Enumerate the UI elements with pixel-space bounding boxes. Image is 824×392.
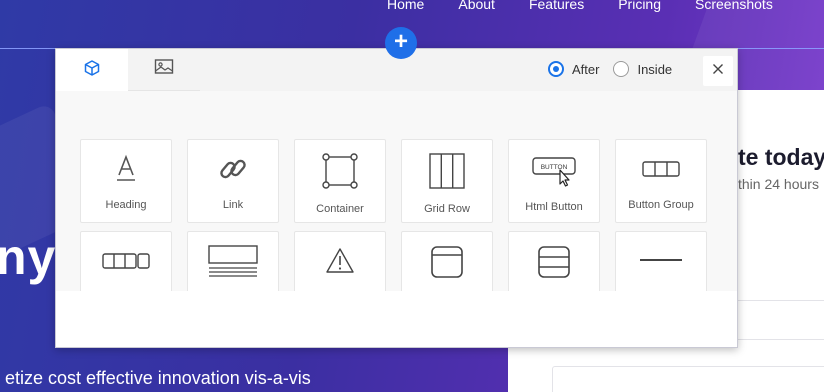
close-button[interactable] — [703, 56, 733, 86]
element-text-block[interactable] — [187, 231, 279, 291]
insert-position-options: After Inside — [548, 61, 686, 77]
element-grid-row[interactable]: Grid Row — [401, 139, 493, 223]
card-title: te today — [738, 144, 824, 170]
element-container[interactable]: Container — [294, 139, 386, 223]
add-element-button[interactable]: + — [385, 27, 417, 59]
element-grid: Heading Link Container Grid Row BUTTON H… — [80, 139, 707, 291]
signup-field[interactable] — [552, 366, 824, 392]
alert-icon — [323, 232, 357, 283]
heading-icon — [109, 140, 143, 191]
nav-features[interactable]: Features — [529, 0, 584, 12]
element-list-group[interactable] — [508, 231, 600, 291]
element-button-toolbar[interactable] — [80, 231, 172, 291]
element-alert[interactable] — [294, 231, 386, 291]
element-link[interactable]: Link — [187, 139, 279, 223]
button-icon-text: BUTTON — [541, 164, 568, 171]
nav-about[interactable]: About — [458, 0, 495, 12]
plus-icon: + — [393, 28, 408, 55]
nav-screenshots[interactable]: Screenshots — [695, 0, 773, 12]
element-label: Container — [316, 203, 364, 215]
element-label: Html Button — [525, 201, 583, 213]
panel-icon — [429, 232, 465, 285]
element-panel[interactable] — [401, 231, 493, 291]
element-label: Heading — [105, 199, 147, 211]
text-block-icon — [207, 232, 259, 285]
element-palette: Heading Link Container Grid Row BUTTON H… — [56, 91, 737, 291]
element-button-group[interactable]: Button Group — [615, 139, 707, 223]
element-heading[interactable]: Heading — [80, 139, 172, 223]
element-html-button[interactable]: BUTTON Html Button — [508, 139, 600, 223]
element-label: Button Group — [628, 199, 694, 211]
radio-inside-label[interactable]: Inside — [637, 62, 672, 77]
add-element-dialog: After Inside Heading Link Container Grid… — [55, 48, 738, 348]
nav-pricing[interactable]: Pricing — [618, 0, 661, 12]
button-group-icon — [641, 140, 681, 191]
card-subtitle: thin 24 hours — [738, 176, 819, 192]
radio-after-label[interactable]: After — [572, 62, 599, 77]
button-toolbar-icon — [101, 232, 151, 283]
nav-home[interactable]: Home — [387, 0, 424, 12]
image-icon — [154, 58, 174, 81]
container-icon — [321, 140, 359, 195]
link-icon — [216, 140, 250, 191]
grid-row-icon — [428, 140, 466, 195]
element-divider[interactable] — [615, 231, 707, 291]
hero-subtitle: etize cost effective innovation vis-a-vi… — [5, 368, 311, 388]
close-icon — [712, 62, 724, 80]
element-label: Link — [222, 199, 244, 211]
element-label: Grid Row — [424, 203, 470, 215]
dialog-footer — [56, 291, 737, 347]
radio-inside[interactable] — [613, 61, 630, 77]
top-navigation: Home About Features Pricing Screenshots — [387, 0, 807, 12]
list-group-icon — [536, 232, 572, 285]
html-button-icon: BUTTON — [531, 140, 577, 193]
radio-after[interactable] — [548, 61, 564, 77]
tab-images[interactable] — [128, 49, 200, 91]
cube-icon — [83, 59, 101, 82]
tab-elements[interactable] — [56, 49, 128, 91]
divider-icon — [638, 232, 684, 283]
